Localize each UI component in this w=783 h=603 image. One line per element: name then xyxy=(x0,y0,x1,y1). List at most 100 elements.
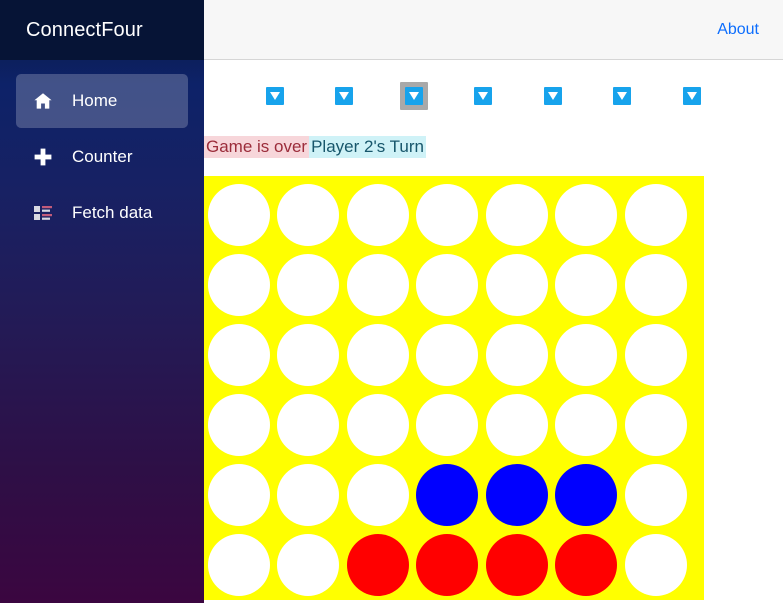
board-cell-r5-c6[interactable] xyxy=(552,460,622,530)
board-cell-r6-c1[interactable] xyxy=(204,530,274,600)
empty-slot xyxy=(624,324,687,386)
board-cell-r3-c2[interactable] xyxy=(274,320,344,390)
board-row xyxy=(204,320,704,390)
board-cell-r2-c6[interactable] xyxy=(552,250,622,320)
board-cell-r4-c3[interactable] xyxy=(343,390,413,460)
board-cell-r4-c4[interactable] xyxy=(413,390,483,460)
column-drop-buttons xyxy=(240,82,740,110)
board-cell-r6-c6[interactable] xyxy=(552,530,622,600)
about-link[interactable]: About xyxy=(717,20,759,40)
board-cell-r2-c7[interactable] xyxy=(621,250,691,320)
chevron-down-icon xyxy=(408,92,419,100)
empty-slot xyxy=(346,184,409,246)
board-cell-r4-c2[interactable] xyxy=(274,390,344,460)
board-cell-r5-c5[interactable] xyxy=(482,460,552,530)
drop-button-column-1[interactable] xyxy=(265,87,284,105)
connectfour-app: ConnectFour Home Counter Fetch data Abou… xyxy=(0,0,783,603)
board-cell-r4-c7[interactable] xyxy=(621,390,691,460)
board-cell-r4-c1[interactable] xyxy=(204,390,274,460)
empty-slot xyxy=(207,254,270,316)
disc-blue xyxy=(416,464,479,526)
board-cell-r2-c4[interactable] xyxy=(413,250,483,320)
board-cell-r4-c5[interactable] xyxy=(482,390,552,460)
drop-column-3-slot xyxy=(399,82,428,110)
plus-icon xyxy=(32,146,54,168)
app-title: ConnectFour xyxy=(26,19,143,41)
sidebar-item-counter[interactable]: Counter xyxy=(16,130,188,184)
disc-red xyxy=(346,534,409,596)
empty-slot xyxy=(485,254,548,316)
board-cell-r1-c1[interactable] xyxy=(204,180,274,250)
disc-blue xyxy=(485,464,548,526)
drop-column-7-slot xyxy=(657,85,727,107)
empty-slot xyxy=(277,534,340,596)
board-cell-r2-c2[interactable] xyxy=(274,250,344,320)
empty-slot xyxy=(207,464,270,526)
board-cell-r3-c3[interactable] xyxy=(343,320,413,390)
brand-bar: ConnectFour xyxy=(0,0,204,60)
board-cell-r6-c2[interactable] xyxy=(274,530,344,600)
empty-slot xyxy=(416,184,479,246)
disc-red xyxy=(555,534,618,596)
board-cell-r6-c5[interactable] xyxy=(482,530,552,600)
board-cell-r1-c2[interactable] xyxy=(274,180,344,250)
board-cell-r5-c2[interactable] xyxy=(274,460,344,530)
board-cell-r5-c7[interactable] xyxy=(621,460,691,530)
board-cell-r3-c4[interactable] xyxy=(413,320,483,390)
board-cell-r6-c7[interactable] xyxy=(621,530,691,600)
empty-slot xyxy=(346,394,409,456)
sidebar-item-fetch-data[interactable]: Fetch data xyxy=(16,186,188,240)
empty-slot xyxy=(416,254,479,316)
sidebar-nav: Home Counter Fetch data xyxy=(0,60,204,240)
board-cell-r3-c1[interactable] xyxy=(204,320,274,390)
board-cell-r2-c5[interactable] xyxy=(482,250,552,320)
drop-button-column-5[interactable] xyxy=(543,87,562,105)
chevron-down-icon xyxy=(547,92,558,100)
board-cell-r1-c5[interactable] xyxy=(482,180,552,250)
empty-slot xyxy=(485,184,548,246)
empty-slot xyxy=(277,184,340,246)
board-cell-r5-c4[interactable] xyxy=(413,460,483,530)
board-cell-r6-c3[interactable] xyxy=(343,530,413,600)
drop-button-column-7[interactable] xyxy=(682,87,701,105)
drop-button-column-2[interactable] xyxy=(335,87,354,105)
empty-slot xyxy=(624,464,687,526)
drop-button-column-3[interactable] xyxy=(404,87,423,105)
board-cell-r2-c1[interactable] xyxy=(204,250,274,320)
board-cell-r1-c7[interactable] xyxy=(621,180,691,250)
board-cell-r4-c6[interactable] xyxy=(552,390,622,460)
board-row xyxy=(204,460,704,530)
empty-slot xyxy=(555,394,618,456)
board-cell-r1-c4[interactable] xyxy=(413,180,483,250)
main-region: About Game is over Player 2's Turn xyxy=(204,0,783,603)
board-cell-r3-c6[interactable] xyxy=(552,320,622,390)
chevron-down-icon xyxy=(617,92,628,100)
empty-slot xyxy=(555,324,618,386)
drop-button-column-4[interactable] xyxy=(474,87,493,105)
drop-column-2-slot xyxy=(310,85,380,107)
board-cell-r5-c1[interactable] xyxy=(204,460,274,530)
empty-slot xyxy=(277,324,340,386)
drop-button-column-6[interactable] xyxy=(613,87,632,105)
board-cell-r1-c3[interactable] xyxy=(343,180,413,250)
board-row xyxy=(204,250,704,320)
board-cell-r3-c7[interactable] xyxy=(621,320,691,390)
game-board xyxy=(204,176,704,600)
drop-column-4-slot xyxy=(449,85,519,107)
empty-slot xyxy=(555,184,618,246)
board-cell-r6-c4[interactable] xyxy=(413,530,483,600)
empty-slot xyxy=(207,534,270,596)
drop-column-1-slot xyxy=(240,85,310,107)
empty-slot xyxy=(346,324,409,386)
game-content: Game is over Player 2's Turn xyxy=(204,60,783,603)
chevron-down-icon xyxy=(339,92,350,100)
sidebar-item-label-counter: Counter xyxy=(72,147,133,166)
board-cell-r3-c5[interactable] xyxy=(482,320,552,390)
board-cell-r1-c6[interactable] xyxy=(552,180,622,250)
sidebar-item-label-home: Home xyxy=(72,91,118,110)
game-status: Game is over Player 2's Turn xyxy=(204,136,426,158)
empty-slot xyxy=(624,534,687,596)
sidebar-item-home[interactable]: Home xyxy=(16,74,188,128)
board-cell-r2-c3[interactable] xyxy=(343,250,413,320)
board-cell-r5-c3[interactable] xyxy=(343,460,413,530)
